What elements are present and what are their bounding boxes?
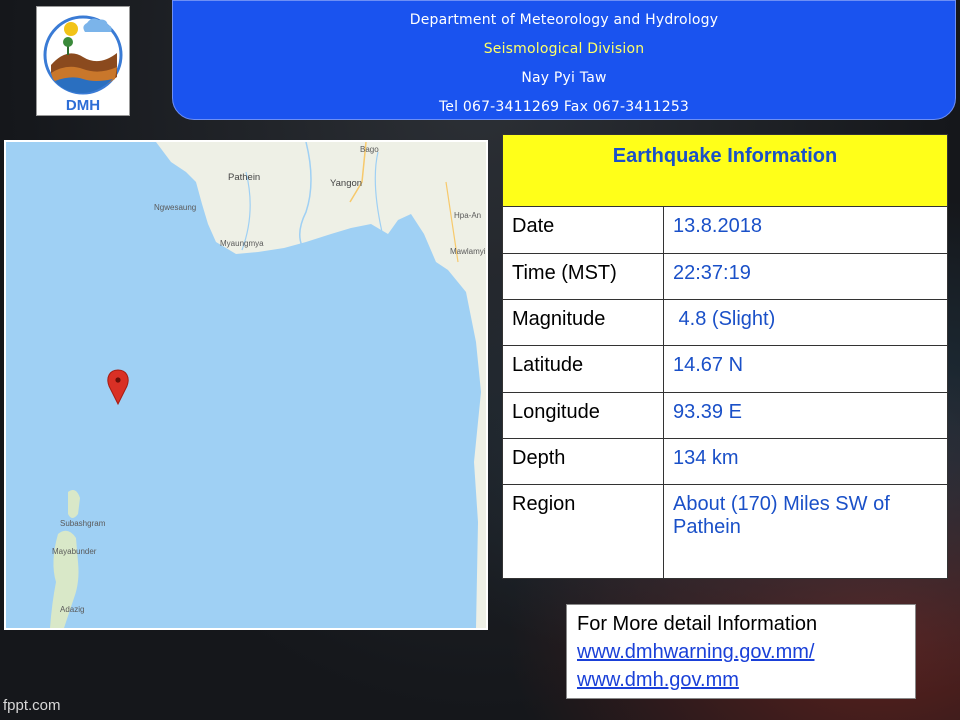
label-adazig: Adazig <box>60 605 84 614</box>
dmh-logo: DMH <box>36 6 130 116</box>
fppt-watermark: fppt.com <box>3 697 61 714</box>
latitude-value: 14.67 N <box>663 345 948 393</box>
label-myaungmya: Myaungmya <box>220 239 264 248</box>
table-row: Longitude 93.39 E <box>502 391 948 440</box>
time-value: 22:37:19 <box>663 252 948 301</box>
magnitude-label: Magnitude <box>502 299 664 347</box>
depth-label: Depth <box>502 438 664 486</box>
label-mayabunder: Mayabunder <box>52 547 97 556</box>
label-yangon: Yangon <box>330 178 362 189</box>
date-value: 13.8.2018 <box>663 206 948 254</box>
region-label: Region <box>502 484 664 579</box>
label-bago: Bago <box>360 145 379 154</box>
city-name: Nay Pyi Taw <box>521 70 607 86</box>
latitude-label: Latitude <box>502 345 664 393</box>
earthquake-map[interactable]: Bago Pathein Yangon Ngwesaung Myaungmya … <box>4 140 488 630</box>
detail-info-box: For More detail Information www.dmhwarni… <box>566 604 916 699</box>
depth-value: 134 km <box>663 438 948 486</box>
label-hpa-an: Hpa-An <box>454 211 481 220</box>
label-subashgram: Subashgram <box>60 519 106 528</box>
table-row: Depth 134 km <box>502 438 948 486</box>
logo-text: DMH <box>66 97 100 114</box>
earthquake-info-table: Earthquake Information Date 13.8.2018 Ti… <box>502 133 948 579</box>
detail-heading: For More detail Information <box>577 613 818 635</box>
header-banner: Department of Meteorology and Hydrology … <box>172 0 956 120</box>
label-pathein: Pathein <box>228 172 260 183</box>
division-name: Seismological Division <box>483 41 645 57</box>
dmhwarning-link[interactable]: www.dmhwarning.gov.mm/ <box>577 638 905 666</box>
label-mawlamyine: Mawlamyin <box>450 247 486 256</box>
dmh-website-link[interactable]: www.dmh.gov.mm <box>577 666 905 694</box>
info-title: Earthquake Information <box>502 133 948 208</box>
time-label: Time (MST) <box>502 252 664 301</box>
contact-info: Tel 067-3411269 Fax 067-3411253 <box>438 99 690 115</box>
longitude-label: Longitude <box>502 391 664 440</box>
department-name: Department of Meteorology and Hydrology <box>409 12 719 28</box>
longitude-value: 93.39 E <box>663 391 948 440</box>
table-row: Time (MST) 22:37:19 <box>502 252 948 301</box>
table-row: Latitude 14.67 N <box>502 345 948 393</box>
table-row: Magnitude 4.8 (Slight) <box>502 299 948 347</box>
table-row: Region About (170) Miles SW of Pathein <box>502 484 948 579</box>
date-label: Date <box>502 206 664 254</box>
region-value: About (170) Miles SW of Pathein <box>663 484 948 579</box>
table-row: Date 13.8.2018 <box>502 206 948 254</box>
label-ngwesaung: Ngwesaung <box>154 203 196 212</box>
magnitude-value: 4.8 (Slight) <box>663 299 948 347</box>
